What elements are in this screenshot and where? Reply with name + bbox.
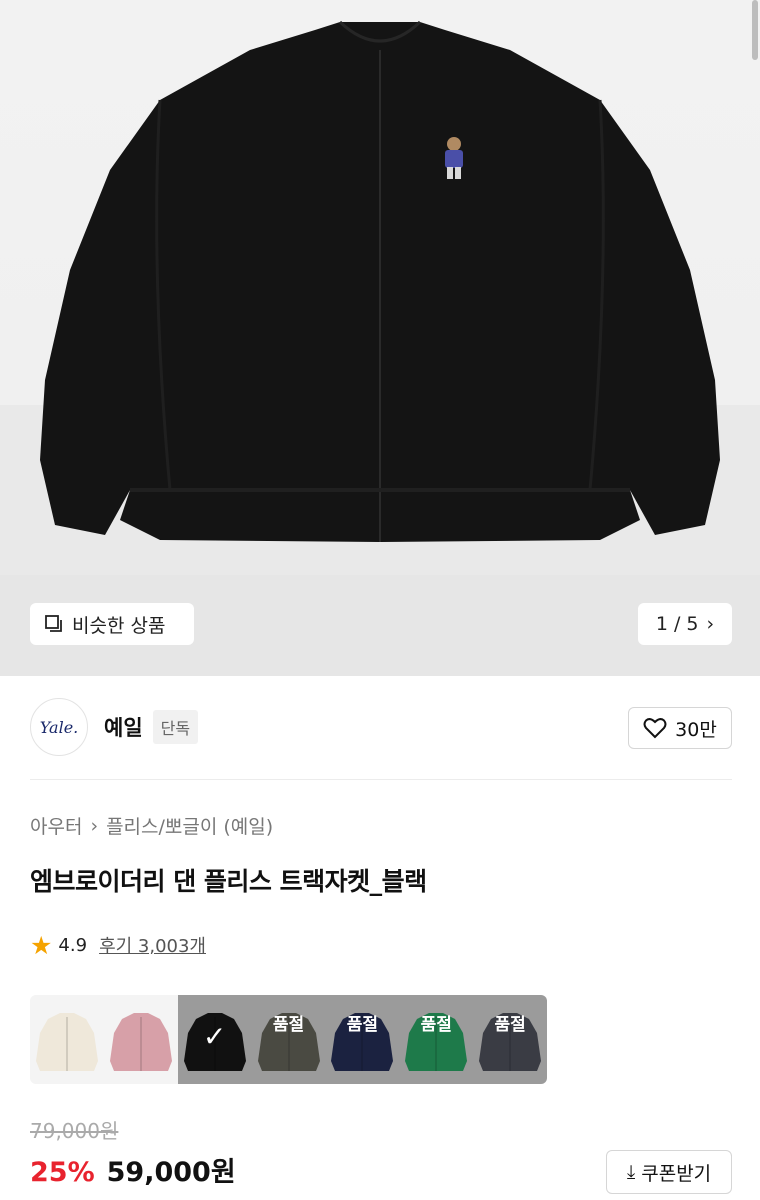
product-image	[40, 20, 720, 542]
product-title: 엠브로이더리 댄 플리스 트랙자켓_블랙	[30, 867, 427, 896]
rating-score: 4.9	[58, 934, 88, 956]
like-count: 30만	[675, 718, 717, 741]
like-button[interactable]: 30만	[628, 707, 732, 749]
divider	[30, 779, 732, 780]
similar-products-button[interactable]: 비슷한 상품	[30, 603, 194, 645]
color-swatch[interactable]	[103, 995, 178, 1084]
soldout-label: 품절	[346, 1015, 378, 1035]
discount-rate: 25%	[30, 1157, 95, 1188]
swatch-thumbnail	[36, 1013, 98, 1071]
star-icon: ★	[30, 930, 53, 960]
coupon-label: 쿠폰받기	[641, 1162, 712, 1185]
color-swatch[interactable]	[30, 995, 104, 1084]
image-pager-button[interactable]: 1 / 5 ›	[638, 603, 732, 645]
breadcrumb-subcategory[interactable]: 플리스/뽀글이 (예일)	[106, 812, 273, 839]
coupon-button[interactable]: ⤓ 쿠폰받기	[606, 1150, 732, 1194]
color-swatch[interactable]: 품절	[325, 995, 400, 1084]
color-swatch[interactable]: 품절	[251, 995, 326, 1084]
rating-row: ★ 4.9 후기 3,003개	[30, 932, 206, 958]
color-swatch[interactable]: ✓	[177, 995, 252, 1084]
original-price: 79,000원	[30, 1119, 119, 1143]
brand-name[interactable]: 예일	[104, 712, 143, 742]
scrollbar[interactable]	[752, 0, 758, 60]
color-swatch[interactable]: 품절	[473, 995, 547, 1084]
brand-logo[interactable]: Yale.	[30, 698, 88, 756]
soldout-label: 품절	[272, 1015, 305, 1035]
similar-label: 비슷한 상품	[72, 614, 166, 637]
breadcrumb-category[interactable]: 아우터	[30, 812, 82, 839]
brand-row: Yale. 예일 단독 30만	[30, 697, 732, 757]
soldout-label: 품절	[494, 1015, 526, 1035]
color-swatch[interactable]: 품절	[399, 995, 474, 1084]
check-icon: ✓	[202, 1020, 227, 1053]
reviews-link[interactable]: 후기 3,003개	[99, 932, 206, 958]
chevron-right-icon: ›	[706, 613, 715, 635]
price-row: 25% 59,000원	[30, 1150, 236, 1189]
exclusive-badge: 단독	[152, 710, 199, 744]
product-image-gallery[interactable]: 비슷한 상품 1 / 5 ›	[0, 0, 760, 676]
soldout-label: 품절	[420, 1015, 452, 1035]
pager-count: 1 / 5	[655, 613, 699, 635]
similar-icon	[45, 615, 62, 632]
color-swatches: ✓ 품절 품절 품절 품절	[30, 995, 547, 1084]
heart-icon	[643, 718, 667, 739]
download-icon: ⤓	[626, 1161, 636, 1183]
breadcrumb: 아우터 › 플리스/뽀글이 (예일)	[30, 812, 273, 839]
swatch-thumbnail	[109, 1013, 172, 1071]
chevron-right-icon: ›	[90, 814, 99, 837]
sale-price: 59,000원	[106, 1157, 236, 1188]
